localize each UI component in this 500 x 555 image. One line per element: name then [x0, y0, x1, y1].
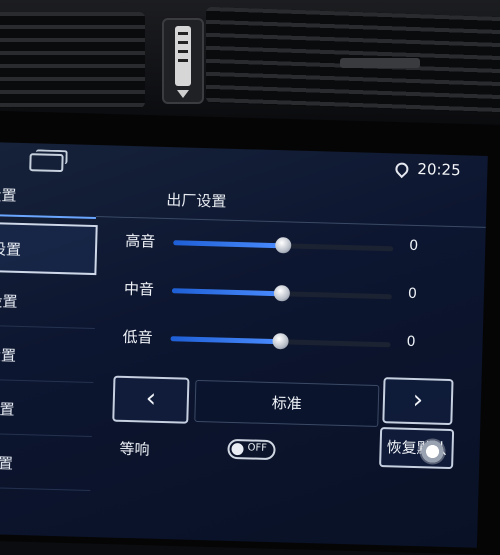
vent-tab: [340, 58, 420, 68]
loudness-toggle[interactable]: OFF: [227, 438, 276, 461]
eq-preset-display: 标准: [194, 379, 380, 428]
settings-sidebar: 设置 设置 设置 设置 设置: [0, 214, 106, 537]
treble-slider-fill: [173, 240, 284, 249]
sidebar-item-5[interactable]: 设置: [0, 437, 92, 491]
mid-slider-fill: [171, 288, 282, 297]
sidebar-item-2[interactable]: 设置: [0, 275, 97, 330]
mid-label: 中音: [123, 279, 155, 299]
toggle-state-text: OFF: [247, 442, 268, 454]
preset-prev-button[interactable]: ‹: [112, 375, 190, 424]
mid-value: 0: [407, 285, 418, 303]
bass-slider-thumb[interactable]: [272, 333, 289, 350]
location-pin-icon: [392, 159, 412, 179]
vent-adjuster: [162, 18, 204, 104]
bass-label: 低音: [122, 327, 153, 347]
mid-slider-thumb[interactable]: [273, 285, 291, 302]
clock: 20:25: [417, 160, 461, 180]
treble-slider[interactable]: [173, 237, 394, 254]
treble-label: 高音: [125, 231, 156, 251]
tab-settings[interactable]: 设置: [0, 184, 97, 208]
treble-value: 0: [409, 237, 419, 255]
tab-factory-settings[interactable]: 出厂设置: [166, 189, 227, 212]
down-arrow-icon: [177, 90, 189, 98]
mid-slider[interactable]: [171, 285, 392, 302]
sidebar-item-1[interactable]: 设置: [0, 221, 98, 276]
chevron-right-icon: ›: [412, 384, 424, 416]
bass-slider-fill: [170, 336, 281, 345]
air-vent-left: [0, 12, 145, 108]
chevron-left-icon: ‹: [145, 383, 157, 414]
vent-adjuster-knob: [175, 26, 191, 86]
head-unit-screen: 20:25 设置 出厂设置 设置 设置 设置 设置 设置 高音 0 中音 0 低…: [0, 142, 488, 548]
bass-slider[interactable]: [170, 333, 391, 350]
toggle-knob: [231, 442, 244, 456]
sidebar-item-3[interactable]: 设置: [0, 329, 95, 384]
bass-value: 0: [406, 333, 416, 351]
treble-slider-thumb[interactable]: [275, 237, 292, 254]
screen-icon[interactable]: [29, 153, 64, 173]
loudness-label: 等响: [119, 439, 150, 459]
audio-settings-panel: 高音 0 中音 0 低音 0 ‹ 标准 › 等响 OFF 恢复默认: [105, 230, 473, 540]
sidebar-item-4[interactable]: 设置: [0, 383, 94, 438]
preset-next-button[interactable]: ›: [382, 377, 454, 426]
